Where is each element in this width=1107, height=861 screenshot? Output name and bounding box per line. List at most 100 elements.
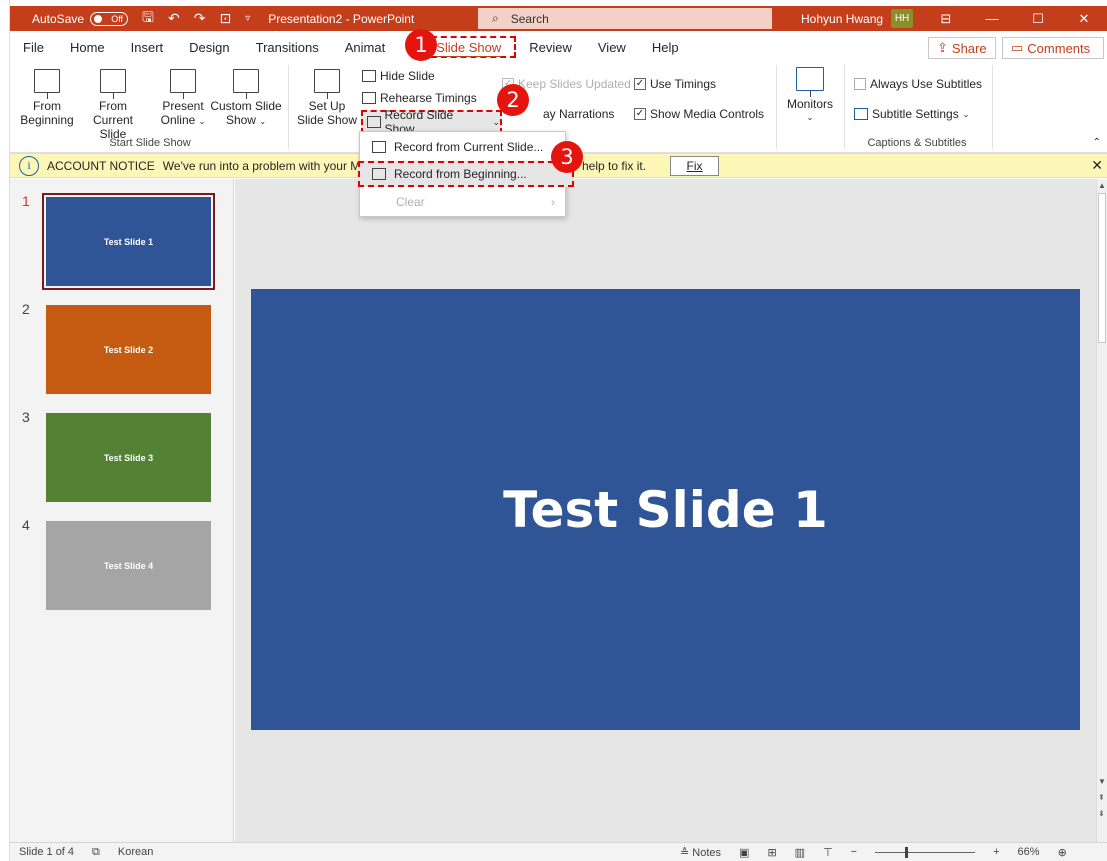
- normal-view-icon[interactable]: ▣: [739, 846, 749, 859]
- fix-button[interactable]: Fix: [670, 156, 719, 176]
- record-from-current-slide-item[interactable]: Record from Current Slide...: [360, 134, 565, 160]
- record-from-beginning-label: Record from Beginning...: [394, 167, 527, 181]
- subtitle-settings-label: Subtitle Settings: [872, 107, 959, 121]
- search-box[interactable]: ⌕ Search: [478, 8, 772, 29]
- slide-number: 3: [22, 409, 30, 425]
- status-bar: Slide 1 of 4 ⧉ Korean ≙ Notes ▣ ⊞ ▥ ⊤ − …: [10, 842, 1107, 861]
- comments-button[interactable]: ▭ Comments: [1002, 37, 1104, 59]
- slide-thumbnail-4[interactable]: Test Slide 4: [46, 521, 211, 610]
- spelling-icon[interactable]: ⧉: [92, 846, 100, 859]
- zoom-level[interactable]: 66%: [1018, 846, 1040, 858]
- from-beginning-button[interactable]: From Beginning: [18, 69, 76, 127]
- user-name: Hohyun Hwang: [801, 11, 884, 26]
- clear-item[interactable]: Clear ›: [360, 189, 565, 215]
- redo-icon[interactable]: ↷: [194, 10, 206, 27]
- share-button[interactable]: ⇪ Share: [928, 37, 996, 59]
- chevron-down-icon: ⌄: [259, 117, 267, 126]
- tab-animations[interactable]: Animat: [332, 36, 391, 58]
- scroll-up-icon[interactable]: ▲: [1098, 181, 1106, 190]
- tab-transitions[interactable]: Transitions: [243, 36, 332, 58]
- collapse-ribbon-icon[interactable]: ⌃: [1093, 137, 1101, 148]
- info-icon: i: [19, 155, 39, 176]
- zoom-out-icon[interactable]: −: [851, 846, 857, 858]
- custom-slide-show-icon: [233, 69, 259, 99]
- notes-button[interactable]: ≙ Notes: [680, 846, 721, 859]
- monitors-button[interactable]: Monitors ⌄: [782, 67, 838, 125]
- fit-slide-icon[interactable]: ⊕: [1058, 846, 1067, 859]
- thumbnail-label: Test Slide 4: [103, 560, 154, 571]
- use-timings-checkbox[interactable]: ✓ Use Timings: [634, 77, 716, 91]
- next-slide-icon[interactable]: ⇟: [1098, 809, 1105, 818]
- zoom-slider[interactable]: [875, 846, 976, 858]
- avatar[interactable]: HH: [891, 9, 914, 28]
- tab-file[interactable]: File: [10, 36, 57, 58]
- tab-insert[interactable]: Insert: [118, 36, 177, 58]
- present-online-button[interactable]: Present Online ⌄: [158, 69, 208, 129]
- set-up-slide-show-button[interactable]: Set Up Slide Show: [296, 69, 358, 127]
- rehearse-timings-button[interactable]: Rehearse Timings: [362, 91, 477, 105]
- record-icon: [372, 141, 386, 153]
- save-icon[interactable]: 🖫: [142, 7, 154, 31]
- start-from-beginning-icon[interactable]: ⊡: [219, 10, 231, 27]
- search-placeholder: Search: [510, 11, 549, 26]
- group-separator: [992, 65, 993, 149]
- tab-review[interactable]: Review: [516, 36, 585, 58]
- play-narrations-checkbox[interactable]: ay Narrations: [543, 107, 614, 121]
- autosave-toggle[interactable]: Off: [90, 11, 129, 26]
- autosave[interactable]: AutoSave Off: [32, 11, 129, 26]
- vertical-scrollbar[interactable]: ▲ ▼ ⇞ ⇟: [1096, 179, 1107, 842]
- customize-qat-icon[interactable]: ▿: [245, 13, 250, 24]
- maximize-icon[interactable]: ☐: [1015, 11, 1061, 27]
- slide-thumbnail-3[interactable]: Test Slide 3: [46, 413, 211, 502]
- minimize-icon[interactable]: —: [969, 11, 1015, 26]
- ribbon-tabs: File Home Insert Design Transitions Anim…: [10, 31, 1107, 63]
- tab-view[interactable]: View: [585, 36, 639, 58]
- tab-help[interactable]: Help: [639, 36, 692, 58]
- hide-slide-button[interactable]: Hide Slide: [362, 69, 435, 83]
- previous-slide-icon[interactable]: ⇞: [1098, 793, 1105, 802]
- zoom-in-icon[interactable]: +: [993, 846, 999, 858]
- current-slide[interactable]: Test Slide 1: [251, 289, 1080, 730]
- slide-number: 2: [22, 301, 30, 317]
- play-from-beginning-icon: [34, 69, 60, 99]
- clear-label: Clear: [396, 195, 425, 209]
- ribbon-display-options-icon[interactable]: ⊟: [923, 11, 969, 27]
- slide-count: Slide 1 of 4: [19, 846, 75, 858]
- custom-slide-show-button[interactable]: Custom Slide Show ⌄: [210, 69, 282, 129]
- language[interactable]: Korean: [118, 846, 153, 858]
- chevron-right-icon: ›: [551, 195, 555, 209]
- show-media-controls-checkbox[interactable]: ✓ Show Media Controls: [634, 107, 764, 121]
- reading-view-icon[interactable]: ▥: [795, 846, 805, 859]
- slide-thumbnail-1[interactable]: Test Slide 1: [42, 193, 215, 290]
- scrollbar-thumb[interactable]: [1098, 193, 1106, 343]
- slide-thumbnail-2[interactable]: Test Slide 2: [46, 305, 211, 394]
- notice-message: We've run into a problem with your Mi: [162, 158, 363, 173]
- group-separator: [844, 65, 845, 149]
- slide-sorter-icon[interactable]: ⊞: [767, 846, 776, 859]
- from-beginning-label-2: Beginning: [20, 113, 74, 127]
- chevron-down-icon: ⌄: [962, 109, 970, 119]
- hide-slide-label: Hide Slide: [380, 69, 435, 83]
- slide-show-view-icon[interactable]: ⊤: [823, 846, 833, 859]
- undo-icon[interactable]: ↶: [168, 10, 180, 27]
- thumbnail-label: Test Slide 2: [103, 344, 154, 355]
- record-from-beginning-item[interactable]: Record from Beginning...: [358, 161, 574, 187]
- close-icon[interactable]: ✕: [1091, 157, 1103, 174]
- user-account[interactable]: Hohyun Hwang HH: [801, 9, 914, 28]
- close-icon[interactable]: ✕: [1061, 11, 1107, 27]
- rehearse-timings-icon: [362, 92, 376, 104]
- from-current-label-1: From: [99, 99, 127, 113]
- window-controls: ⊟ — ☐ ✕: [923, 6, 1107, 31]
- keep-slides-updated-label: Keep Slides Updated: [518, 77, 631, 91]
- from-current-slide-button[interactable]: From Current Slide: [78, 69, 148, 141]
- slide-title[interactable]: Test Slide 1: [503, 481, 828, 539]
- group-separator: [288, 65, 289, 149]
- subtitle-settings-button[interactable]: Subtitle Settings ⌄: [854, 107, 969, 121]
- custom-slide-show-label-1: Custom Slide: [210, 99, 282, 113]
- tab-design[interactable]: Design: [176, 36, 242, 58]
- tab-home[interactable]: Home: [57, 36, 118, 58]
- slide-number: 4: [22, 517, 30, 533]
- use-timings-label: Use Timings: [650, 77, 717, 91]
- scroll-down-icon[interactable]: ▼: [1098, 777, 1106, 786]
- always-use-subtitles-checkbox[interactable]: Always Use Subtitles: [854, 77, 982, 91]
